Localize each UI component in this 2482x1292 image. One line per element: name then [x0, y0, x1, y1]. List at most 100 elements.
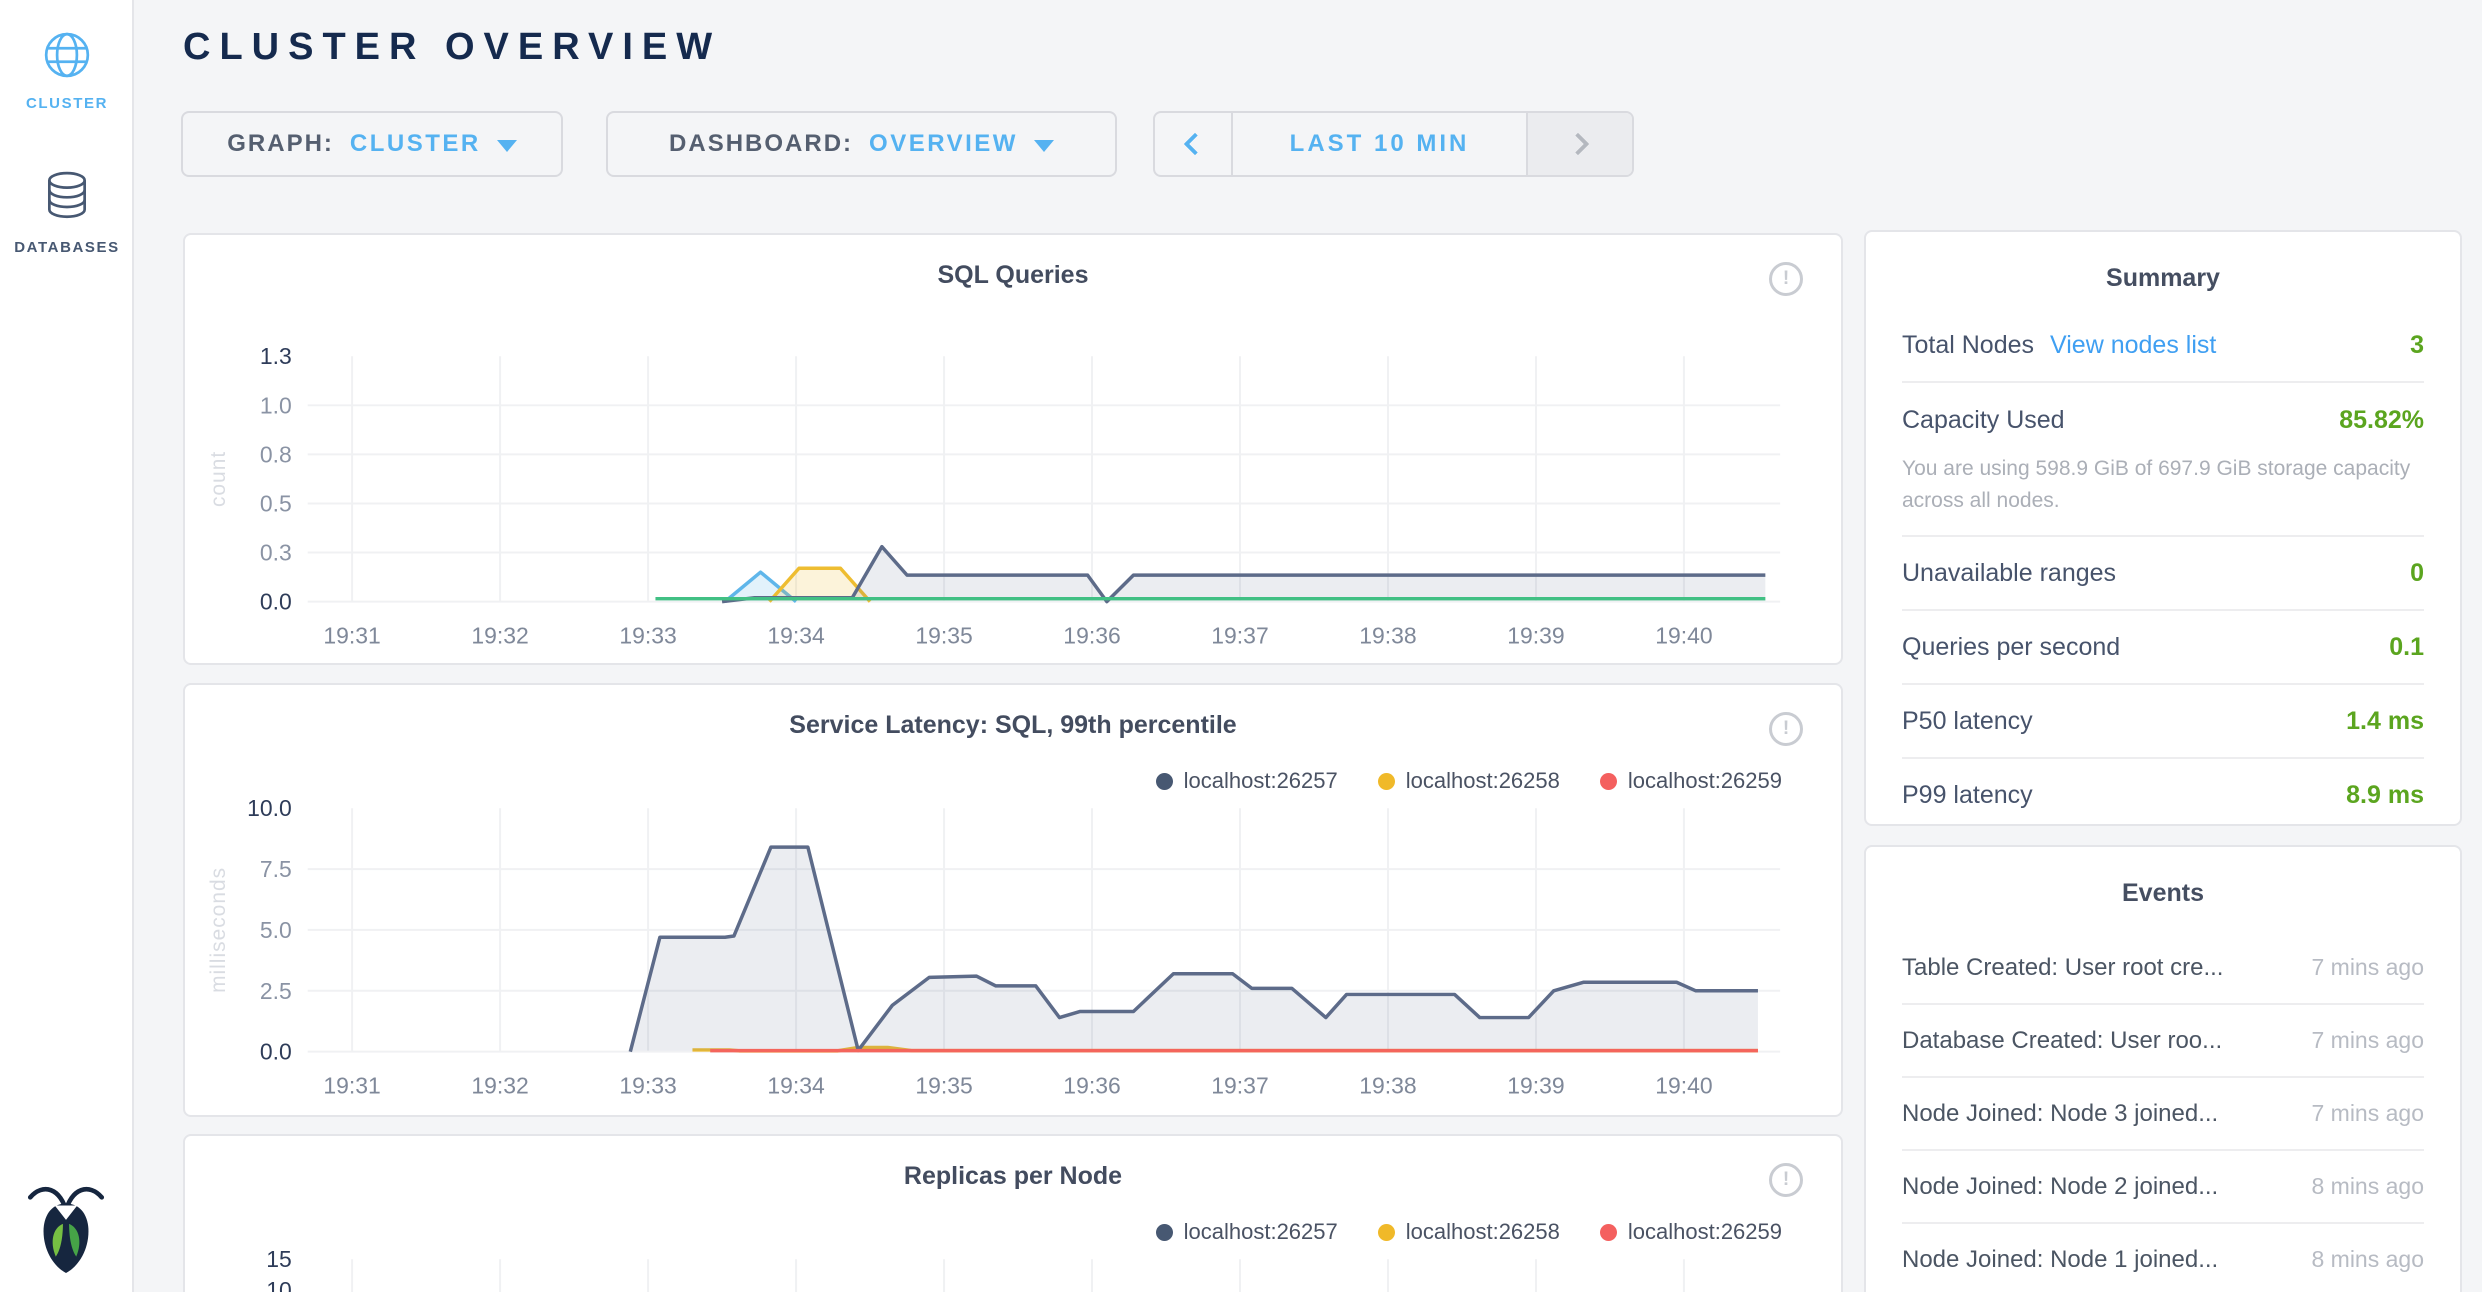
- database-icon: [42, 170, 92, 224]
- y-axis-unit-label: milliseconds: [207, 867, 230, 993]
- summary-row-label: Unavailable ranges: [1902, 559, 2116, 588]
- x-axis-tick-label: 19:40: [1655, 623, 1712, 649]
- x-axis-tick-label: 19:33: [619, 1073, 676, 1099]
- x-axis-tick-label: 19:35: [915, 623, 972, 649]
- y-axis-tick-label: 0.0: [260, 589, 292, 615]
- summary-panel: Summary Total Nodes View nodes list 3 Capac…: [1864, 230, 2462, 826]
- summary-row-value: 8.9 ms: [2346, 781, 2424, 810]
- x-axis-tick-label: 19:34: [767, 1073, 825, 1099]
- event-text: Node Joined: Node 1 joined...: [1902, 1246, 2218, 1274]
- page-title: CLUSTER OVERVIEW: [183, 26, 721, 69]
- y-axis-tick-label: 0.5: [260, 490, 292, 516]
- summary-row-value: 0: [2410, 559, 2424, 588]
- event-text: Node Joined: Node 2 joined...: [1902, 1173, 2218, 1201]
- sidebar-item-label: CLUSTER: [0, 95, 134, 112]
- series-area: [630, 847, 1758, 1051]
- y-axis-tick-label: 10: [266, 1277, 292, 1292]
- time-range-label[interactable]: LAST 10 MIN: [1233, 113, 1526, 175]
- summary-row: P99 latency 8.9 ms: [1902, 759, 2424, 831]
- chevron-left-icon: [1184, 133, 1207, 156]
- y-axis-tick-label: 1.0: [260, 392, 292, 418]
- summary-row: P50 latency1.4 ms: [1902, 685, 2424, 759]
- event-text: Table Created: User root cre...: [1902, 954, 2223, 982]
- chevron-down-icon: [1034, 140, 1054, 152]
- chart-plot: 0.00.30.50.81.01.319:3119:3219:3319:3419…: [185, 235, 1841, 667]
- sidebar-item-label: DATABASES: [0, 239, 134, 256]
- sidebar-item-databases[interactable]: DATABASES: [0, 170, 134, 256]
- event-row[interactable]: Node Joined: Node 1 joined... 8 mins ago: [1902, 1224, 2424, 1292]
- event-row[interactable]: Node Joined: Node 3 joined... 7 mins ago: [1902, 1078, 2424, 1151]
- y-axis-tick-label: 2.5: [260, 978, 292, 1004]
- y-axis-tick-label: 5.0: [260, 917, 292, 943]
- summary-row: Queries per second 0.1: [1902, 611, 2424, 685]
- chevron-right-icon: [1567, 133, 1590, 156]
- graph-dropdown-label: GRAPH:: [227, 130, 334, 158]
- chevron-down-icon: [497, 140, 517, 152]
- x-axis-tick-label: 19:40: [1655, 1073, 1712, 1099]
- sql-queries-chart-card: SQL Queries ! 0.00.30.50.81.01.319:3119:…: [183, 233, 1843, 665]
- view-nodes-link[interactable]: View nodes list: [2050, 331, 2216, 360]
- time-range-prev-button[interactable]: [1155, 113, 1233, 175]
- y-axis-tick-label: 7.5: [260, 856, 292, 882]
- time-range-next-button[interactable]: [1526, 113, 1632, 175]
- cockroachdb-logo[interactable]: [22, 1181, 110, 1280]
- events-title: Events: [1866, 847, 2460, 908]
- summary-title: Summary: [1866, 232, 2460, 293]
- graph-dropdown[interactable]: GRAPH: CLUSTER: [181, 111, 563, 177]
- x-axis-tick-label: 19:39: [1507, 1073, 1564, 1099]
- cockroach-icon: [22, 1181, 110, 1275]
- summary-row-label: Queries per second: [1902, 633, 2120, 662]
- event-time: 8 mins ago: [2311, 1246, 2424, 1273]
- x-axis-tick-label: 19:37: [1211, 623, 1268, 649]
- summary-row-label: P50 latency: [1902, 707, 2033, 736]
- summary-row-value: 85.82%: [2339, 406, 2424, 435]
- x-axis-tick-label: 19:34: [767, 623, 825, 649]
- event-time: 7 mins ago: [2311, 1100, 2424, 1127]
- dashboard-dropdown[interactable]: DASHBOARD: OVERVIEW: [606, 111, 1117, 177]
- sidebar-item-cluster[interactable]: CLUSTER: [0, 30, 134, 112]
- events-panel: Events Table Created: User root cre... 7 …: [1864, 845, 2462, 1292]
- event-row[interactable]: Node Joined: Node 2 joined... 8 mins ago: [1902, 1151, 2424, 1224]
- summary-row-label: Capacity Used: [1902, 406, 2065, 435]
- summary-row-description: You are using 598.9 GiB of 697.9 GiB sto…: [1902, 451, 2424, 535]
- y-axis-tick-label: 15: [266, 1246, 292, 1272]
- event-time: 7 mins ago: [2311, 1027, 2424, 1054]
- events-rows: Table Created: User root cre... 7 mins ag…: [1902, 932, 2424, 1292]
- summary-row-label: Total Nodes: [1902, 331, 2034, 360]
- replicas-per-node-chart-card: Replicas per Node ! localhost:26257local…: [183, 1134, 1843, 1292]
- sidebar: CLUSTER DATABASES: [0, 0, 134, 1292]
- x-axis-tick-label: 19:39: [1507, 623, 1564, 649]
- y-axis-unit-label: count: [207, 451, 230, 507]
- y-axis-tick-label: 0.8: [260, 441, 292, 467]
- y-axis-tick-label: 0.3: [260, 540, 292, 566]
- summary-rows: Total Nodes View nodes list 3 Capacity Used…: [1902, 309, 2424, 831]
- x-axis-tick-label: 19:35: [915, 1073, 972, 1099]
- x-axis-tick-label: 19:38: [1359, 623, 1416, 649]
- x-axis-tick-label: 19:32: [471, 1073, 528, 1099]
- event-row[interactable]: Database Created: User roo... 7 mins ago: [1902, 1005, 2424, 1078]
- summary-row: Capacity Used 85.82% You are using 598.9 G…: [1902, 383, 2424, 537]
- service-latency-chart-card: Service Latency: SQL, 99th percentile ! …: [183, 683, 1843, 1117]
- chart-plot: 0.02.55.07.510.019:3119:3219:3319:3419:3…: [185, 685, 1841, 1119]
- dashboard-dropdown-value: OVERVIEW: [869, 130, 1018, 158]
- summary-row: Unavailable ranges 0: [1902, 537, 2424, 611]
- summary-row-label: P99 latency: [1902, 781, 2033, 810]
- time-range-selector: LAST 10 MIN: [1153, 111, 1634, 177]
- summary-row-value: 0.1: [2389, 633, 2424, 662]
- chart-plot: 1510: [185, 1136, 1841, 1292]
- x-axis-tick-label: 19:33: [619, 623, 676, 649]
- summary-row: Total Nodes View nodes list 3: [1902, 309, 2424, 383]
- x-axis-tick-label: 19:38: [1359, 1073, 1416, 1099]
- event-time: 7 mins ago: [2311, 954, 2424, 981]
- event-row[interactable]: Table Created: User root cre... 7 mins ag…: [1902, 932, 2424, 1005]
- y-axis-tick-label: 10.0: [247, 795, 292, 821]
- globe-icon: [42, 30, 92, 80]
- event-text: Node Joined: Node 3 joined...: [1902, 1100, 2218, 1128]
- event-time: 8 mins ago: [2311, 1173, 2424, 1200]
- graph-dropdown-value: CLUSTER: [350, 130, 481, 158]
- x-axis-tick-label: 19:36: [1063, 623, 1120, 649]
- summary-row-value: 3: [2410, 331, 2424, 360]
- y-axis-tick-label: 1.3: [260, 343, 292, 369]
- event-text: Database Created: User roo...: [1902, 1027, 2222, 1055]
- x-axis-tick-label: 19:32: [471, 623, 528, 649]
